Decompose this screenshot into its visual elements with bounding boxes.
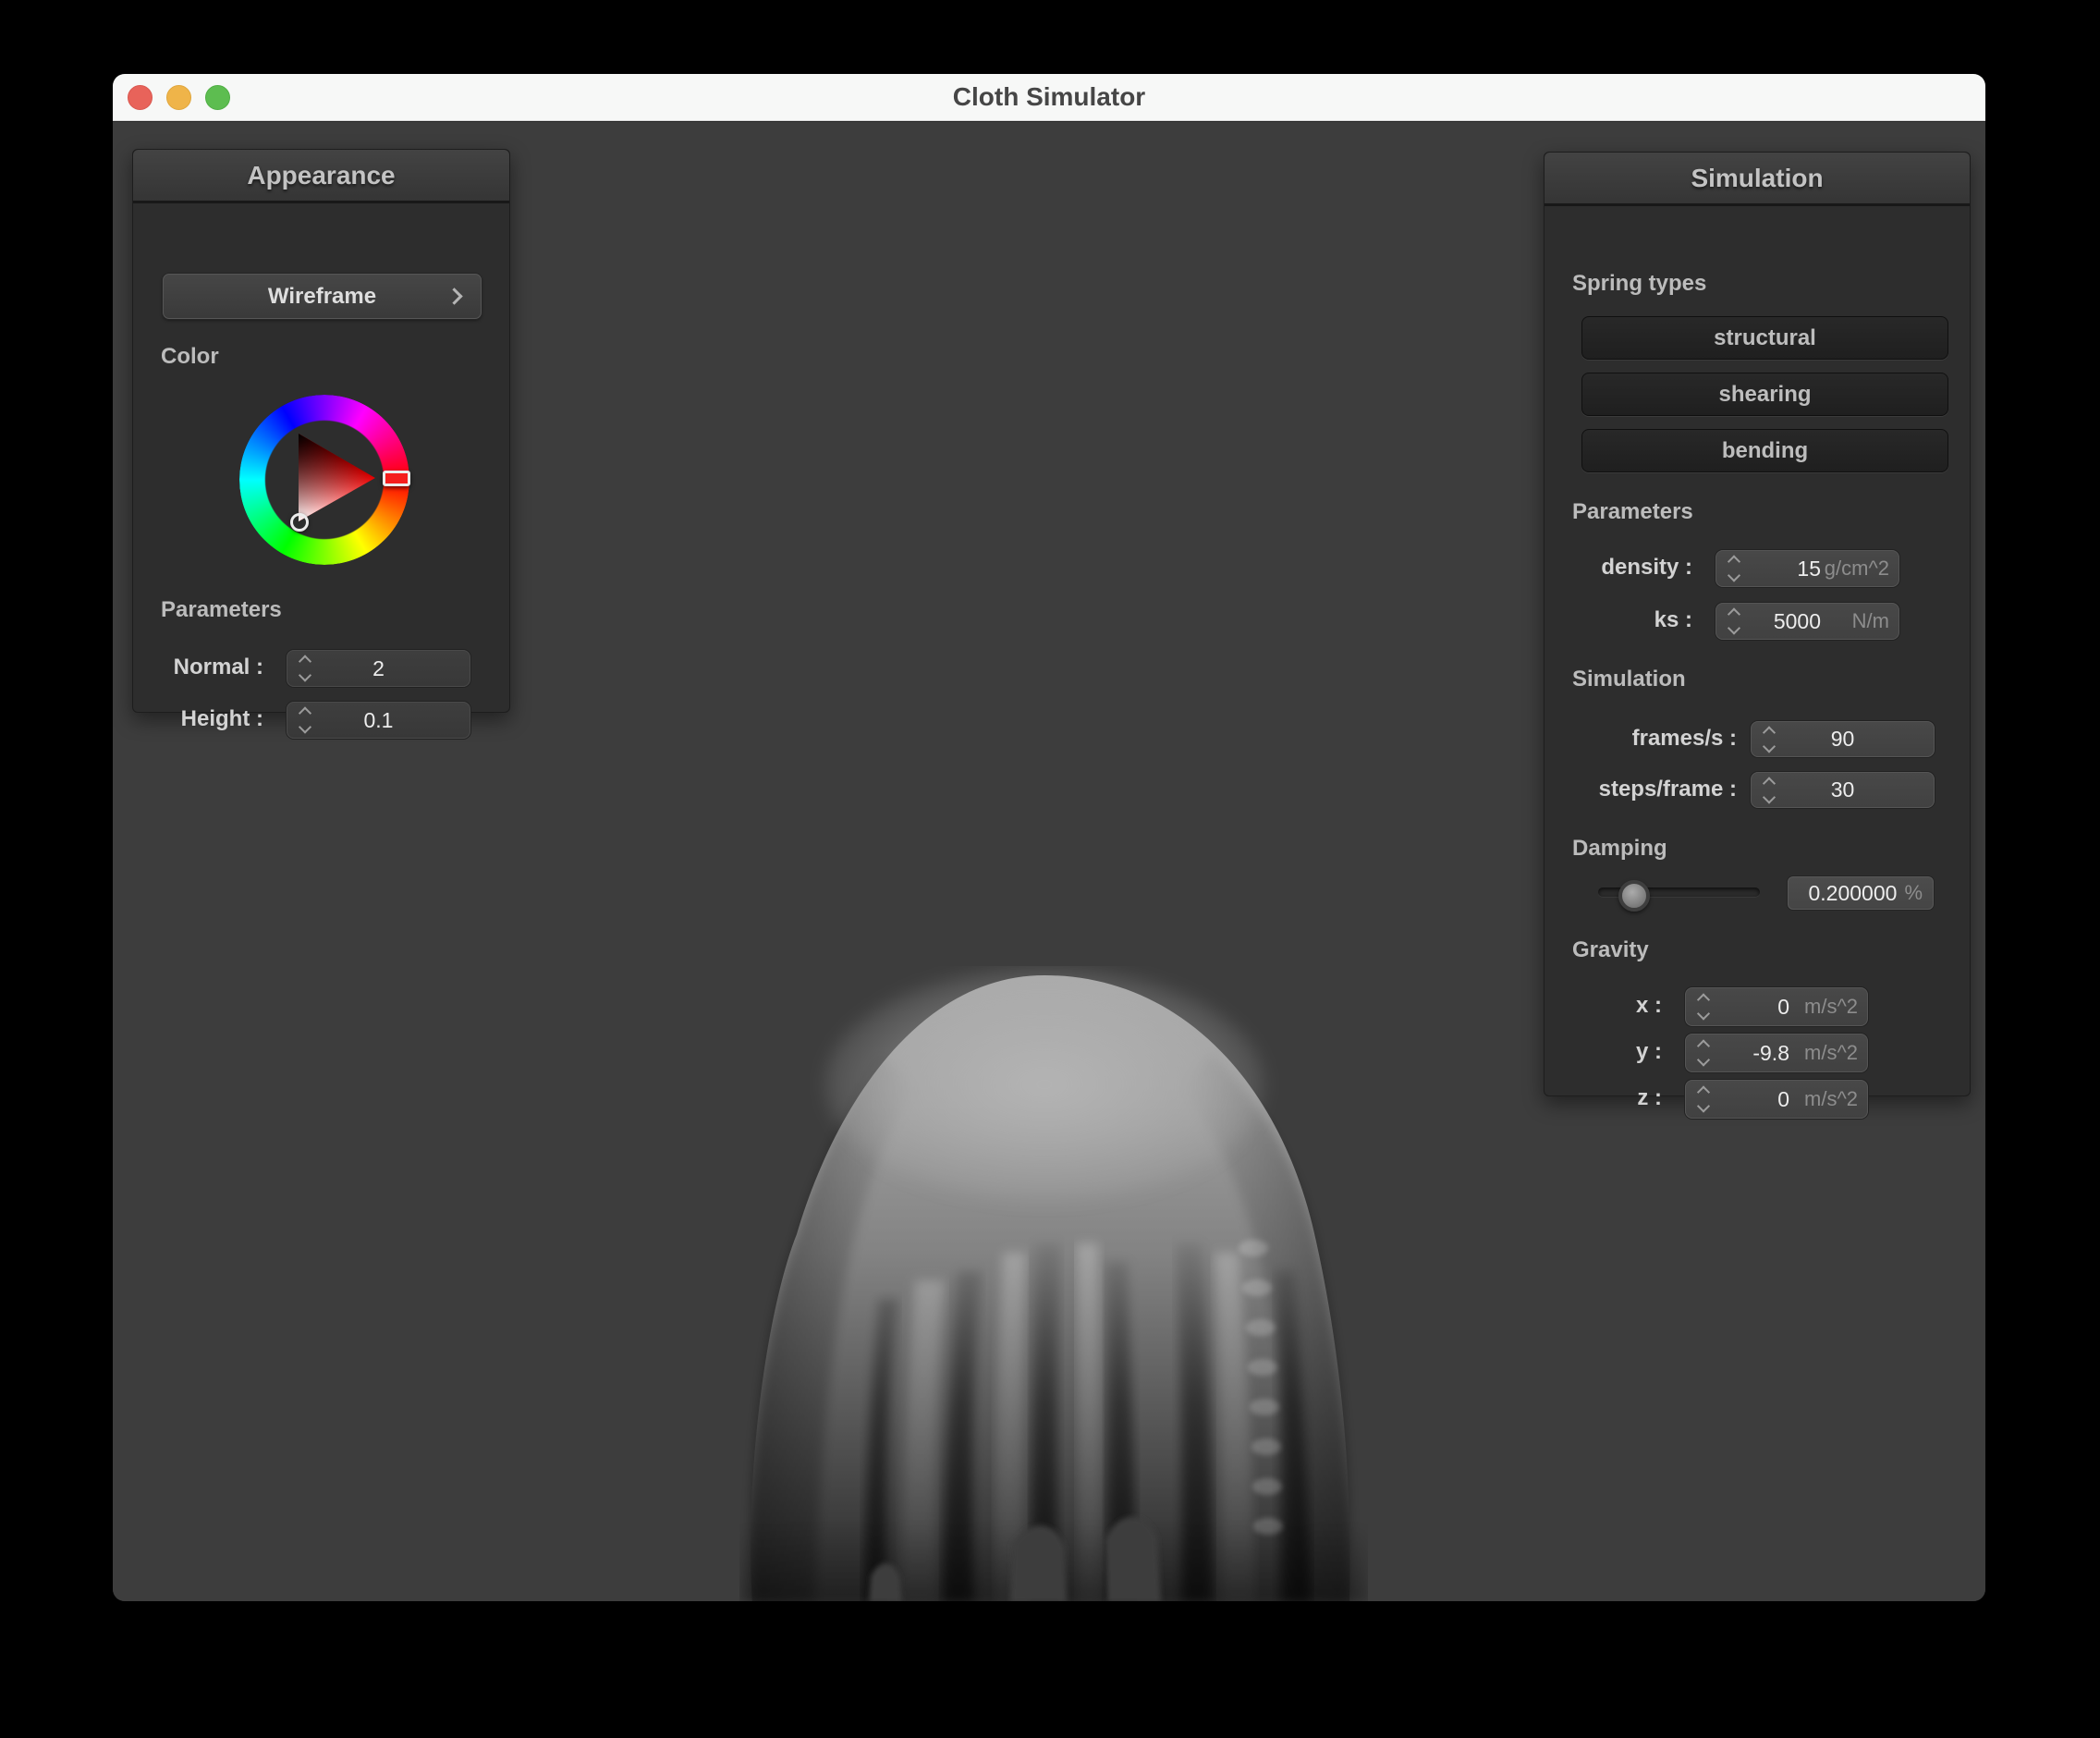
- stepper-up-icon[interactable]: [1697, 1039, 1710, 1052]
- steps-value: 30: [1752, 773, 1934, 807]
- gravity-y-label: y :: [1544, 1034, 1662, 1071]
- density-value: 15: [1755, 551, 1821, 586]
- ks-stepper[interactable]: 5000 N/m: [1715, 603, 1899, 640]
- density-stepper[interactable]: 15 g/cm^2: [1715, 550, 1899, 587]
- damping-value: 0.200000: [1809, 881, 1898, 906]
- gravity-z-unit: m/s^2: [1804, 1081, 1858, 1118]
- steps-label: steps/frame :: [1544, 772, 1737, 806]
- appearance-panel: Appearance Wireframe Color: [132, 149, 510, 713]
- normal-label: Normal :: [133, 650, 263, 685]
- gravity-y-stepper[interactable]: -9.8 m/s^2: [1685, 1034, 1868, 1072]
- simulation-panel-title: Simulation: [1691, 164, 1823, 193]
- wireframe-dropdown[interactable]: Wireframe: [163, 274, 482, 319]
- normal-value: 2: [287, 651, 470, 686]
- app-window: Cloth Simulator: [113, 74, 1985, 1601]
- stepper-down-icon[interactable]: [1697, 1007, 1710, 1020]
- minimize-button[interactable]: [166, 85, 191, 110]
- density-unit: g/cm^2: [1825, 551, 1889, 586]
- height-value: 0.1: [287, 703, 470, 738]
- height-stepper[interactable]: 0.1: [287, 702, 470, 739]
- damping-value-box[interactable]: 0.200000 %: [1788, 876, 1934, 910]
- steps-per-frame-stepper[interactable]: 30: [1751, 772, 1935, 808]
- frames-label: frames/s :: [1544, 721, 1737, 755]
- ks-label: ks :: [1544, 603, 1692, 638]
- titlebar[interactable]: Cloth Simulator: [113, 74, 1985, 121]
- density-label: density :: [1544, 550, 1692, 585]
- gravity-z-stepper[interactable]: 0 m/s^2: [1685, 1080, 1868, 1119]
- gravity-z-label: z :: [1544, 1080, 1662, 1117]
- damping-unit: %: [1904, 881, 1923, 905]
- stepper-down-icon[interactable]: [1728, 569, 1740, 581]
- spring-bending-button[interactable]: bending: [1581, 429, 1948, 472]
- spring-shearing-label: shearing: [1718, 382, 1811, 408]
- sim-parameters-label: Parameters: [1572, 499, 1693, 525]
- color-label: Color: [161, 344, 219, 370]
- close-button[interactable]: [128, 85, 153, 110]
- gravity-label: Gravity: [1572, 937, 1649, 963]
- stepper-up-icon[interactable]: [1697, 1085, 1710, 1098]
- gravity-x-label: x :: [1544, 987, 1662, 1024]
- hue-marker[interactable]: [383, 471, 410, 486]
- appearance-panel-header[interactable]: Appearance: [133, 150, 509, 203]
- gravity-x-value: 0: [1725, 988, 1789, 1025]
- damping-label: Damping: [1572, 836, 1667, 862]
- frames-value: 90: [1752, 722, 1934, 756]
- height-label: Height :: [133, 702, 263, 737]
- wireframe-label: Wireframe: [268, 284, 376, 310]
- normal-stepper[interactable]: 2: [287, 650, 470, 687]
- spring-structural-label: structural: [1714, 325, 1816, 351]
- sv-marker[interactable]: [290, 513, 309, 532]
- ks-value: 5000: [1755, 604, 1821, 639]
- appearance-parameters-label: Parameters: [161, 597, 282, 623]
- color-wheel: [223, 378, 426, 581]
- gravity-x-stepper[interactable]: 0 m/s^2: [1685, 987, 1868, 1026]
- simulation-panel-header[interactable]: Simulation: [1544, 153, 1970, 206]
- gravity-z-value: 0: [1725, 1081, 1789, 1118]
- damping-slider-handle[interactable]: [1618, 880, 1650, 912]
- stepper-up-icon[interactable]: [1728, 607, 1740, 620]
- spring-types-label: Spring types: [1572, 271, 1706, 297]
- viewport-3d[interactable]: Appearance Wireframe Color: [113, 120, 1985, 1601]
- simulation-panel: Simulation Spring types structural shear…: [1544, 152, 1971, 1096]
- ks-unit: N/m: [1852, 604, 1889, 639]
- cloth-render: [739, 966, 1368, 1601]
- stepper-down-icon[interactable]: [1697, 1053, 1710, 1066]
- gravity-x-unit: m/s^2: [1804, 988, 1858, 1025]
- stepper-up-icon[interactable]: [1728, 555, 1740, 568]
- zoom-button[interactable]: [205, 85, 230, 110]
- stepper-down-icon[interactable]: [1697, 1099, 1710, 1112]
- stepper-up-icon[interactable]: [1697, 993, 1710, 1006]
- gravity-y-value: -9.8: [1725, 1034, 1789, 1071]
- traffic-lights: [128, 74, 230, 120]
- frames-per-second-stepper[interactable]: 90: [1751, 721, 1935, 757]
- chevron-right-icon: [446, 288, 462, 304]
- window-title: Cloth Simulator: [953, 82, 1145, 112]
- sim-simulation-label: Simulation: [1572, 667, 1686, 692]
- spring-bending-label: bending: [1722, 438, 1808, 464]
- stepper-down-icon[interactable]: [1728, 621, 1740, 634]
- spring-shearing-button[interactable]: shearing: [1581, 373, 1948, 416]
- appearance-panel-title: Appearance: [247, 161, 395, 190]
- gravity-y-unit: m/s^2: [1804, 1034, 1858, 1071]
- spring-structural-button[interactable]: structural: [1581, 316, 1948, 360]
